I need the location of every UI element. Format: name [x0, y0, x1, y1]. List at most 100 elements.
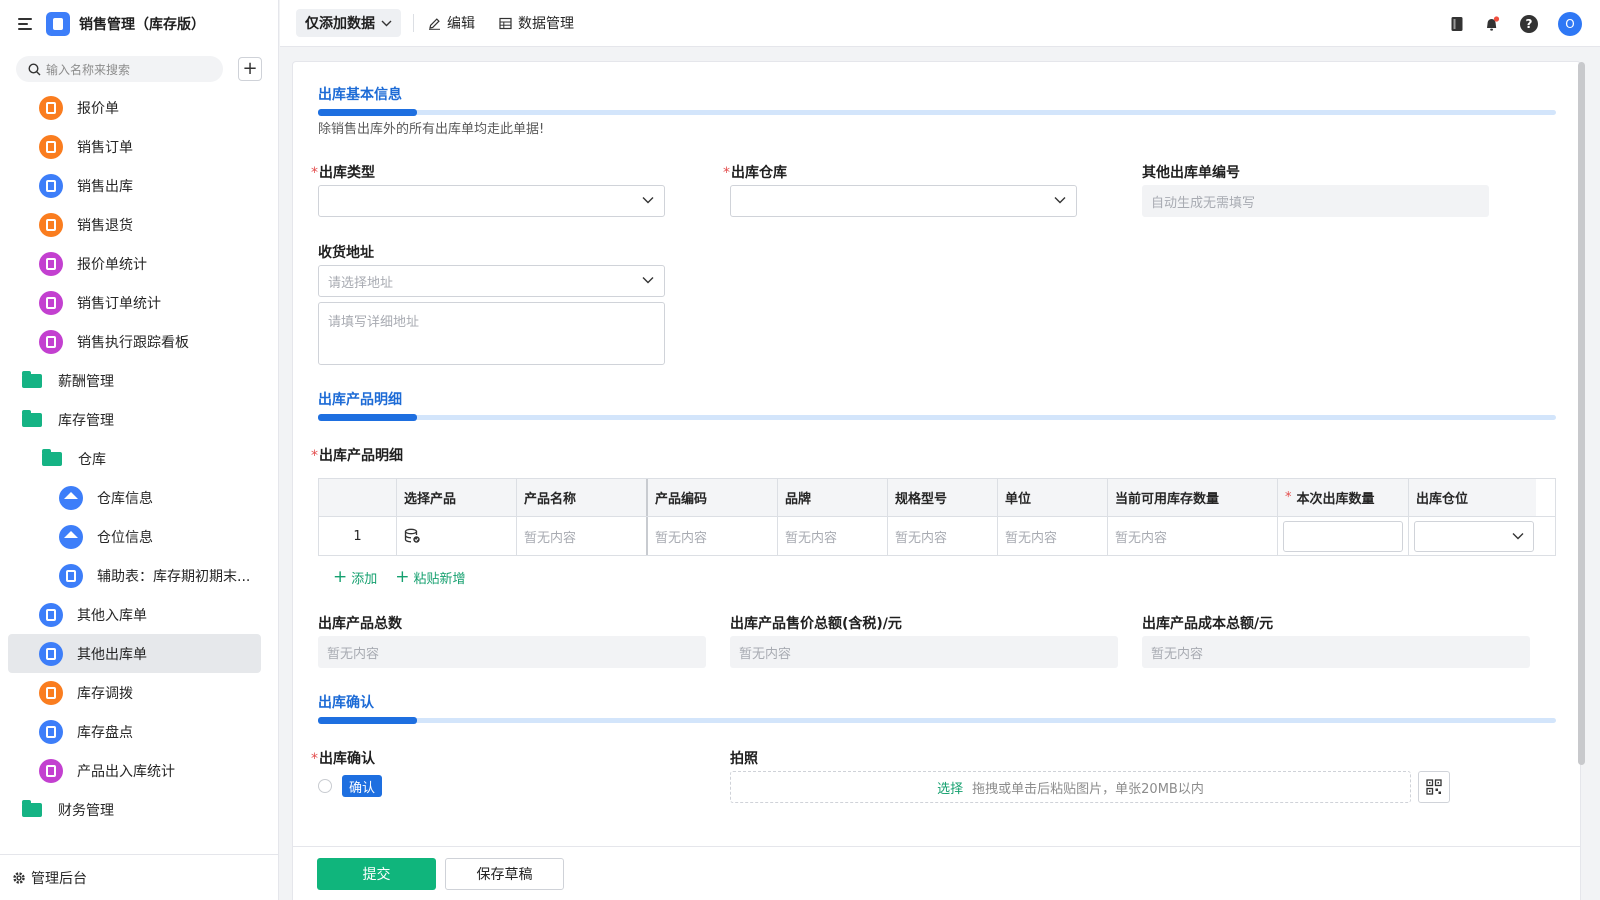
address-label: 收货地址	[318, 245, 374, 261]
chevron-down-icon	[642, 277, 654, 284]
section-divider	[318, 414, 1556, 421]
sidebar-item-label: 仓库信息	[97, 490, 153, 507]
quantity-input[interactable]	[1283, 520, 1403, 552]
quantity-cell	[1277, 517, 1408, 555]
sidebar-item-io-stats[interactable]: 产品出入库统计	[0, 751, 278, 790]
sidebar-item-other-inbound[interactable]: 其他入库单	[0, 595, 278, 634]
sidebar: 销售管理（库存版） 输入名称来搜索 + 报价单 销售订单 销售出库 销售退货 报…	[0, 0, 279, 900]
folder-open-icon	[42, 448, 62, 466]
bell-icon[interactable]	[1484, 16, 1500, 32]
sidebar-item-stocktake[interactable]: 库存盘点	[0, 712, 278, 751]
data-manage-label: 数据管理	[518, 16, 574, 32]
sidebar-item-label: 销售订单统计	[77, 295, 161, 312]
sidebar-item-aux-table[interactable]: 辅助表：库存期初期末...	[0, 556, 278, 595]
admin-backend-link[interactable]: 管理后台	[0, 854, 278, 900]
stock-cell: 暂无内容	[1107, 517, 1277, 555]
sidebar-item-finance[interactable]: 财务管理	[0, 790, 278, 829]
folder-open-icon	[22, 409, 42, 427]
mode-dropdown[interactable]: 仅添加数据	[296, 9, 401, 37]
top-right-actions: ? O	[1430, 12, 1582, 36]
sidebar-item-warehouse-info[interactable]: 仓库信息	[0, 478, 278, 517]
sidebar-item-sales-outbound[interactable]: 销售出库	[0, 166, 278, 205]
save-draft-button[interactable]: 保存草稿	[445, 858, 564, 890]
sidebar-item-payroll[interactable]: 薪酬管理	[0, 361, 278, 400]
chart-icon	[39, 758, 63, 783]
location-select[interactable]	[1414, 520, 1534, 552]
sidebar-item-order-stats[interactable]: 销售订单统计	[0, 283, 278, 322]
avatar[interactable]: O	[1558, 12, 1582, 36]
product-picker-icon	[404, 528, 420, 543]
outbound-type-select[interactable]	[318, 185, 665, 217]
sidebar-item-transfer[interactable]: 库存调拨	[0, 673, 278, 712]
photo-select-link[interactable]: 选择	[937, 778, 963, 797]
add-item-button[interactable]: +	[238, 57, 262, 81]
book-icon[interactable]	[1450, 16, 1464, 32]
help-icon[interactable]: ?	[1520, 15, 1538, 33]
sidebar-item-sales-order[interactable]: 销售订单	[0, 127, 278, 166]
sidebar-item-label: 薪酬管理	[58, 373, 114, 390]
photo-label: 拍照	[730, 751, 758, 767]
chevron-down-icon	[1512, 532, 1524, 539]
cost-amount-field: 暂无内容	[1142, 636, 1530, 668]
sidebar-item-label: 报价单	[77, 100, 119, 117]
paste-add-button[interactable]: + 粘贴新增	[395, 568, 465, 588]
select-product-cell[interactable]	[396, 517, 516, 555]
sidebar-item-quotation[interactable]: 报价单	[0, 88, 278, 127]
brand-cell: 暂无内容	[777, 517, 887, 555]
form-icon	[39, 134, 63, 159]
confirm-option[interactable]: 确认	[342, 775, 383, 797]
sidebar-item-other-outbound[interactable]: 其他出库单	[0, 634, 278, 673]
sidebar-item-sales-return[interactable]: 销售退货	[0, 205, 278, 244]
toolbar-divider	[413, 14, 414, 32]
sidebar-item-label: 库存调拨	[77, 685, 133, 702]
spec-cell: 暂无内容	[887, 517, 997, 555]
add-row-button[interactable]: + 添加	[333, 567, 377, 588]
section-basic-title: 出库基本信息	[318, 87, 402, 103]
outbound-warehouse-select[interactable]	[730, 185, 1077, 217]
confirm-radio[interactable]	[318, 779, 332, 793]
other-no-field: 自动生成无需填写	[1142, 185, 1489, 217]
form-card: 出库基本信息 除销售出库外的所有出库单均走此单据! *出库类型 *出库仓库 其他…	[292, 61, 1581, 900]
form-footer: 提交 保存草稿	[293, 846, 1580, 900]
photo-upload-area[interactable]: 选择 拖拽或单击后粘贴图片，单张20MB以内	[730, 771, 1411, 803]
row-index: 1	[353, 528, 362, 544]
form-scrollbar[interactable]	[1578, 62, 1585, 765]
menu-toggle-icon[interactable]	[18, 18, 34, 30]
document-icon	[39, 173, 63, 198]
sidebar-item-tracking-board[interactable]: 销售执行跟踪看板	[0, 322, 278, 361]
plus-icon: +	[333, 567, 348, 587]
search-placeholder: 输入名称来搜索	[46, 62, 131, 77]
sidebar-item-label: 销售退货	[77, 217, 133, 234]
home-icon	[59, 524, 83, 549]
section-description: 除销售出库外的所有出库单均走此单据!	[318, 122, 545, 137]
admin-backend-label: 管理后台	[31, 870, 87, 887]
sidebar-item-inventory[interactable]: 库存管理	[0, 400, 278, 439]
app-title: 销售管理（库存版）	[79, 17, 205, 33]
home-icon	[59, 485, 83, 510]
data-manage-button[interactable]: 数据管理	[499, 13, 574, 33]
sidebar-item-label: 库存盘点	[77, 724, 133, 741]
sidebar-item-warehouse[interactable]: 仓库	[0, 439, 278, 478]
sidebar-item-location-info[interactable]: 仓位信息	[0, 517, 278, 556]
sale-amount-field: 暂无内容	[730, 636, 1118, 668]
sidebar-item-label: 销售执行跟踪看板	[77, 334, 189, 351]
qr-upload-button[interactable]	[1418, 771, 1450, 803]
edit-button[interactable]: 编辑	[428, 13, 475, 33]
top-toolbar: 仅添加数据 编辑 数据管理 ? O	[280, 0, 1600, 47]
sidebar-item-label: 产品出入库统计	[77, 763, 175, 780]
outbound-warehouse-label: *出库仓库	[723, 165, 787, 181]
detail-table-label: *出库产品明细	[311, 448, 403, 464]
confirm-label: *出库确认	[311, 751, 375, 767]
section-divider	[318, 717, 1556, 724]
sale-amount-label: 出库产品售价总额(含税)/元	[730, 616, 902, 632]
sidebar-item-quotation-stats[interactable]: 报价单统计	[0, 244, 278, 283]
address-detail-textarea[interactable]: 请填写详细地址	[318, 302, 665, 365]
chevron-down-icon	[1054, 197, 1066, 204]
search-input[interactable]: 输入名称来搜索	[16, 56, 223, 82]
app-logo-icon	[46, 12, 70, 36]
sidebar-item-label: 销售出库	[77, 178, 133, 195]
document-icon	[39, 602, 63, 627]
sidebar-item-label: 财务管理	[58, 802, 114, 819]
address-select[interactable]: 请选择地址	[318, 265, 665, 297]
submit-button[interactable]: 提交	[317, 858, 436, 890]
